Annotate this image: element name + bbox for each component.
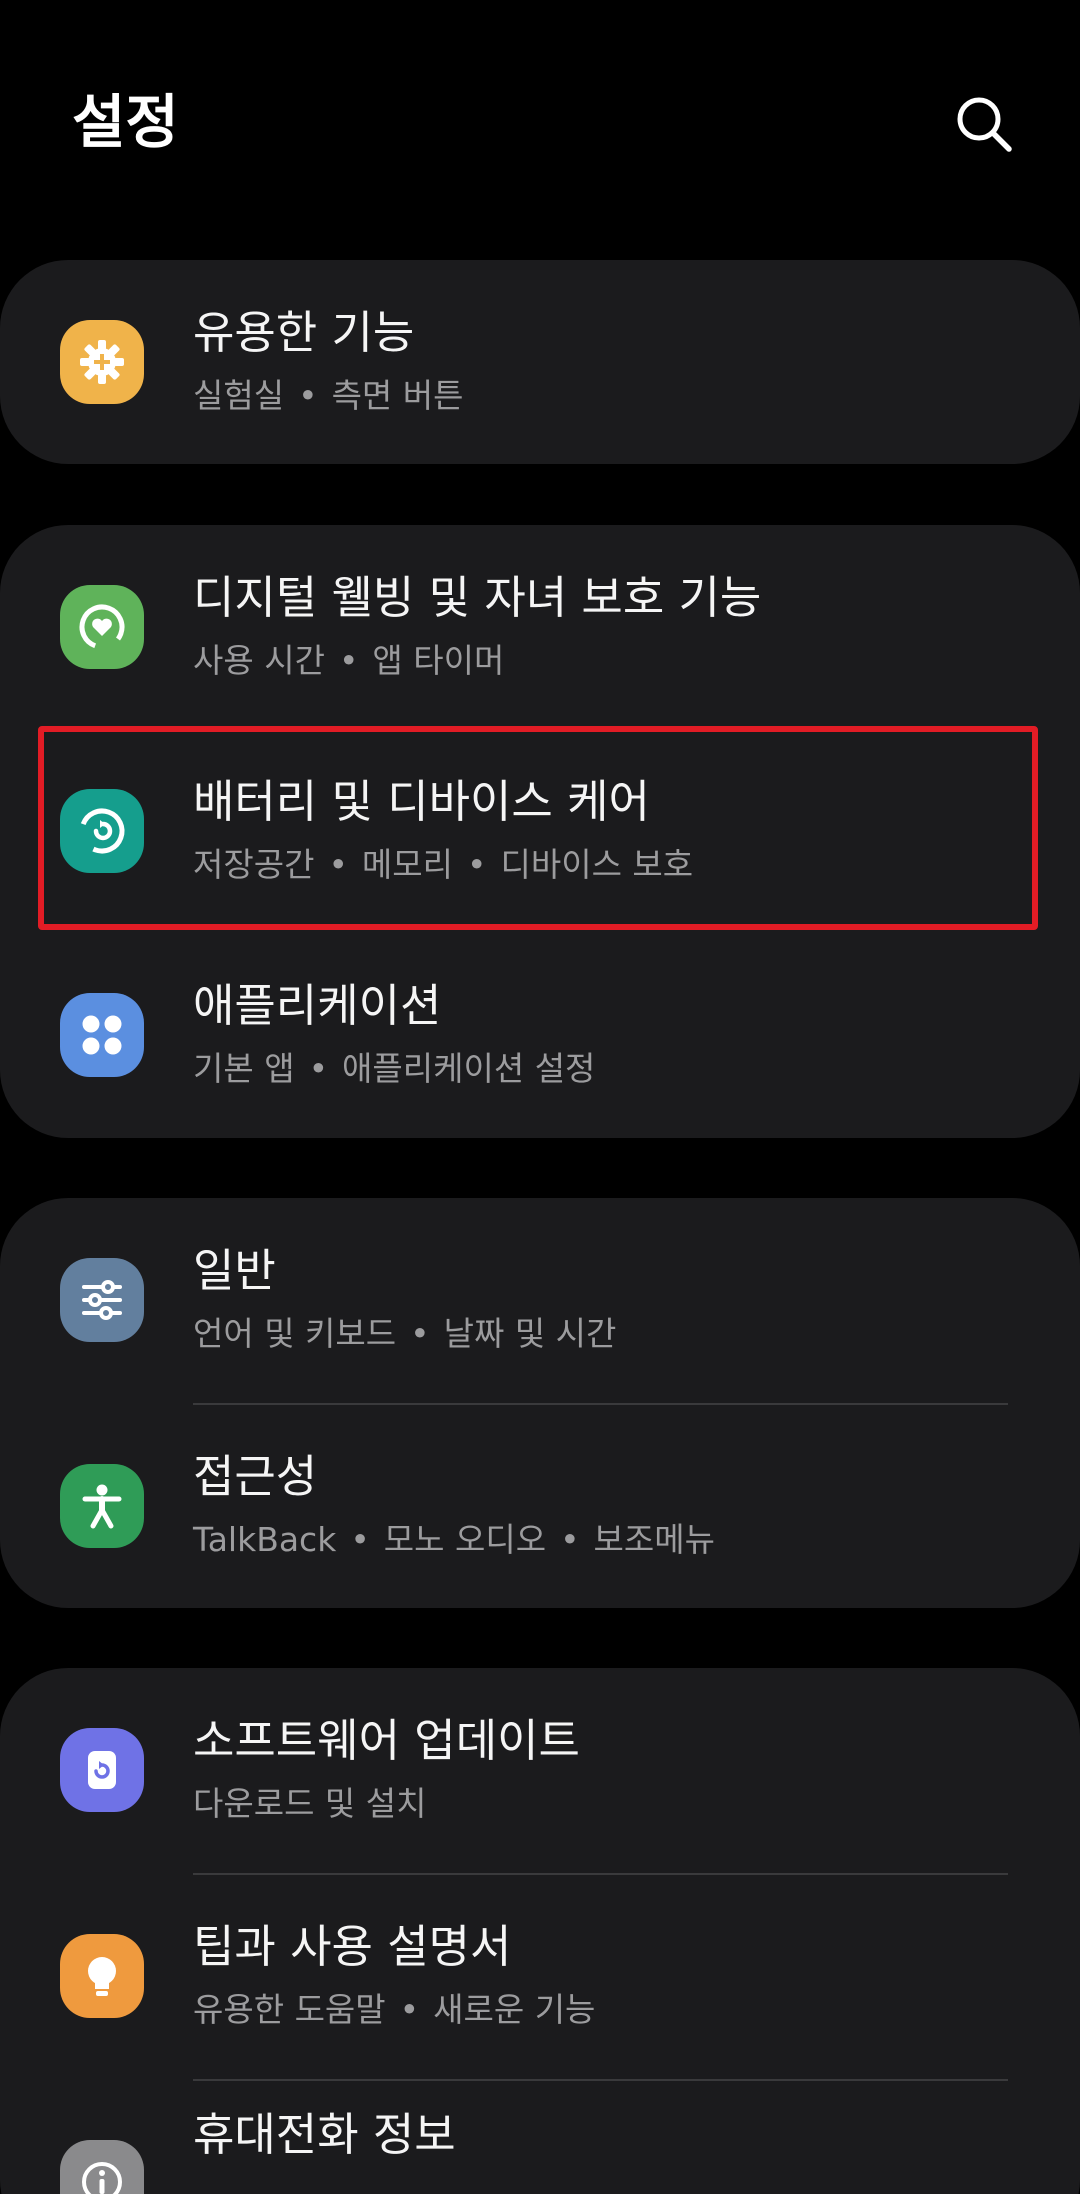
search-icon: [957, 97, 1012, 152]
item-subtitle: 실험실 • 측면 버튼: [193, 376, 464, 415]
page-title: 설정: [72, 88, 179, 156]
item-title: 일반: [193, 1244, 276, 1297]
item-subtitle: 기본 앱 • 애플리케이션 설정: [193, 1049, 596, 1088]
search-button[interactable]: [946, 86, 1022, 162]
lightbulb-icon: [60, 1934, 144, 2018]
item-title: 접근성: [193, 1450, 318, 1503]
settings-item-software-update[interactable]: 소프트웨어 업데이트 다운로드 및 설치: [0, 1668, 1080, 1872]
item-title: 배터리 및 디바이스 케어: [193, 775, 650, 828]
settings-item-advanced-features[interactable]: 유용한 기능 실험실 • 측면 버튼: [0, 260, 1080, 464]
settings-item-applications[interactable]: 애플리케이션 기본 앱 • 애플리케이션 설정: [0, 933, 1080, 1137]
settings-group-general: 일반 언어 및 키보드 • 날짜 및 시간 접근성 TalkBack • 모노 오디오 •…: [0, 1198, 1080, 1608]
item-title: 휴대전화 정보: [193, 2108, 456, 2161]
settings-item-digital-wellbeing[interactable]: 디지털 웰빙 및 자녀 보호 기능 사용 시간 • 앱 타이머: [0, 525, 1080, 729]
item-subtitle: 저장공간 • 메모리 • 디바이스 보호: [193, 845, 694, 884]
item-subtitle: 다운로드 및 설치: [193, 1784, 427, 1823]
settings-group-device: 디지털 웰빙 및 자녀 보호 기능 사용 시간 • 앱 타이머 배터리 및 디바이스…: [0, 525, 1080, 1138]
app-header: 설정: [0, 0, 1080, 250]
item-subtitle: 유용한 도움말 • 새로운 기능: [193, 1990, 596, 2029]
wellbeing-heart-icon: [60, 585, 144, 669]
item-title: 디지털 웰빙 및 자녀 보호 기능: [193, 571, 762, 624]
settings-item-tips-manual[interactable]: 팁과 사용 설명서 유용한 도움말 • 새로운 기능: [0, 1874, 1080, 2078]
settings-group-advanced: 유용한 기능 실험실 • 측면 버튼: [0, 260, 1080, 464]
gear-plus-icon: [60, 320, 144, 404]
software-update-icon: [60, 1728, 144, 1812]
item-title: 팁과 사용 설명서: [193, 1920, 512, 1973]
item-title: 소프트웨어 업데이트: [193, 1714, 580, 1767]
item-title: 애플리케이션: [193, 979, 442, 1032]
settings-item-battery-device-care[interactable]: 배터리 및 디바이스 케어 저장공간 • 메모리 • 디바이스 보호: [0, 729, 1080, 933]
item-subtitle: 언어 및 키보드 • 날짜 및 시간: [193, 1314, 617, 1353]
settings-item-about-phone[interactable]: 휴대전화 정보: [0, 2080, 1080, 2194]
accessibility-person-icon: [60, 1464, 144, 1548]
item-subtitle: TalkBack • 모노 오디오 • 보조메뉴: [193, 1520, 715, 1559]
item-title: 유용한 기능: [193, 306, 415, 359]
settings-item-accessibility[interactable]: 접근성 TalkBack • 모노 오디오 • 보조메뉴: [0, 1404, 1080, 1608]
info-icon: [60, 2140, 144, 2194]
item-subtitle: 사용 시간 • 앱 타이머: [193, 641, 505, 680]
settings-item-general[interactable]: 일반 언어 및 키보드 • 날짜 및 시간: [0, 1198, 1080, 1402]
apps-grid-icon: [60, 993, 144, 1077]
settings-group-support: 소프트웨어 업데이트 다운로드 및 설치 팁과 사용 설명서 유용한 도움말 • 새…: [0, 1668, 1080, 2194]
device-care-icon: [60, 789, 144, 873]
sliders-icon: [60, 1258, 144, 1342]
